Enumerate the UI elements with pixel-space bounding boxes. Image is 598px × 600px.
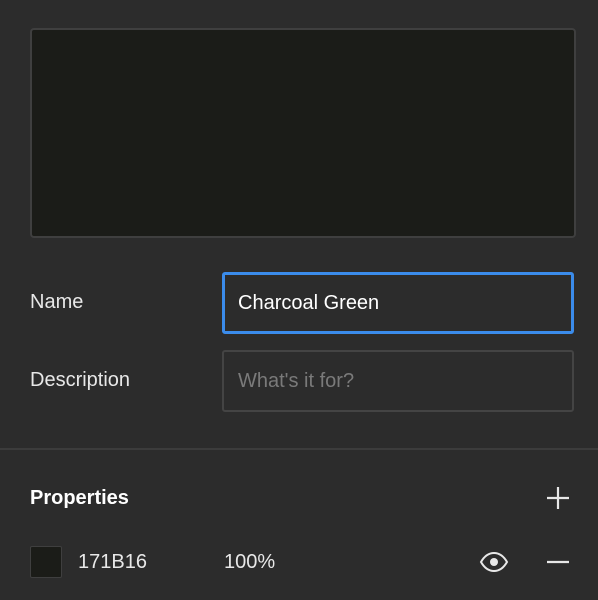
- description-input[interactable]: [222, 350, 574, 412]
- toggle-visibility-button[interactable]: [477, 547, 511, 577]
- style-editor-panel: Name Description Properties 171B16 100%: [0, 0, 598, 600]
- color-preview-swatch: [30, 28, 576, 238]
- add-property-button[interactable]: [543, 483, 573, 513]
- section-divider: [0, 448, 598, 450]
- name-input[interactable]: [222, 272, 574, 334]
- name-label: Name: [30, 291, 84, 313]
- eye-icon: [479, 551, 509, 573]
- plus-icon: [547, 487, 569, 509]
- description-label: Description: [30, 369, 131, 391]
- remove-property-button[interactable]: [543, 547, 573, 577]
- property-hex-value[interactable]: 171B16: [78, 550, 147, 574]
- property-color-swatch[interactable]: [30, 546, 62, 578]
- minus-icon: [547, 560, 569, 564]
- properties-title: Properties: [30, 487, 129, 509]
- property-opacity-value[interactable]: 100%: [224, 550, 275, 574]
